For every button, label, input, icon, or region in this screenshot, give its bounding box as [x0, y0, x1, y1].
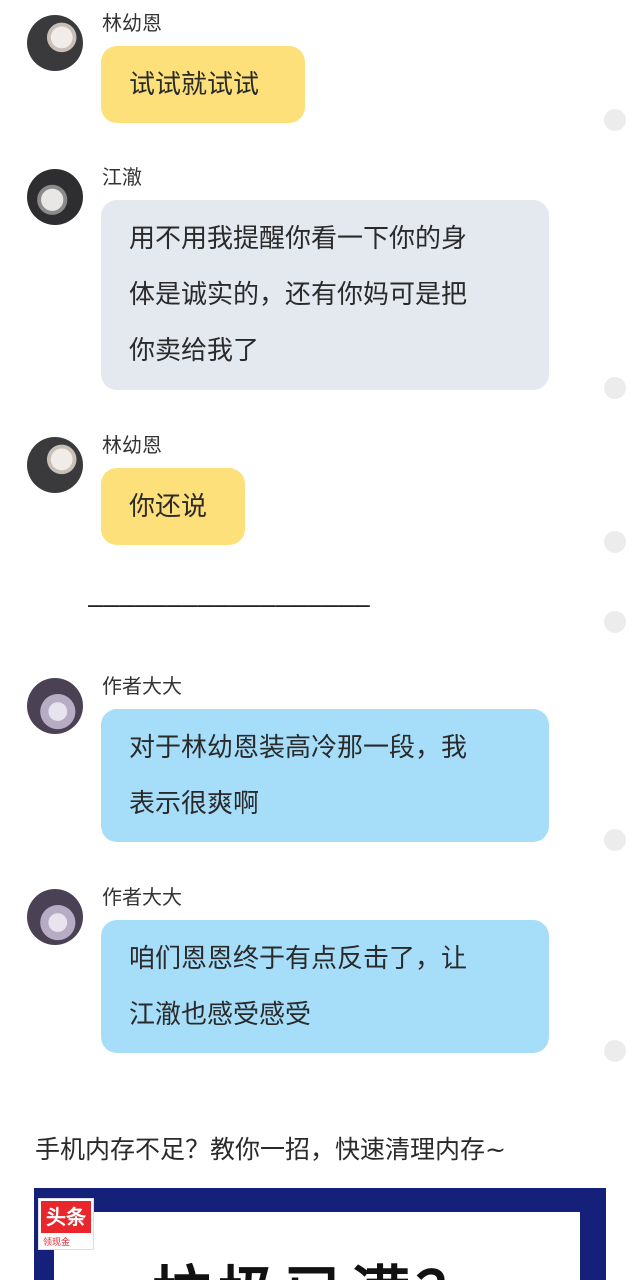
status-dot: [604, 829, 626, 851]
message-line: 对于林幼恩装高冷那一段，我: [129, 733, 468, 763]
message-bubble[interactable]: 对于林幼恩装高冷那一段，我 表示很爽啊: [101, 709, 549, 842]
status-dot: [604, 377, 626, 399]
divider-line: ——————————————————: [88, 590, 370, 620]
message-line: 你卖给我了: [129, 336, 260, 366]
avatar[interactable]: [27, 15, 83, 71]
ad-headline: 垃圾已满？: [152, 1246, 482, 1280]
ad-logo: 头条 领现金: [38, 1198, 94, 1250]
ad-title[interactable]: 手机内存不足？教你一招，快速清理内存~: [35, 1130, 506, 1166]
avatar[interactable]: [27, 169, 83, 225]
message-line: 表示很爽啊: [129, 789, 260, 819]
message-bubble[interactable]: 咱们恩恩终于有点反击了，让 江澈也感受感受: [101, 920, 549, 1053]
sender-name: 作者大大: [102, 674, 182, 698]
message-line: 江澈也感受感受: [129, 1000, 312, 1030]
status-dot: [604, 611, 626, 633]
message-line: 试试就试试: [129, 70, 260, 100]
message-line: 你还说: [129, 492, 208, 522]
message-line: 咱们恩恩终于有点反击了，让: [129, 944, 468, 974]
status-dot: [604, 1040, 626, 1062]
avatar[interactable]: [27, 889, 83, 945]
status-dot: [604, 531, 626, 553]
message-bubble[interactable]: 试试就试试: [101, 46, 305, 123]
sender-name: 作者大大: [102, 885, 182, 909]
message-bubble[interactable]: 用不用我提醒你看一下你的身 体是诚实的，还有你妈可是把 你卖给我了: [101, 200, 549, 390]
sender-name: 江澈: [102, 165, 142, 189]
sender-name: 林幼恩: [102, 11, 162, 35]
message-line: 体是诚实的，还有你妈可是把: [129, 280, 468, 310]
status-dot: [604, 109, 626, 131]
ad-logo-subtext: 领现金: [43, 1238, 71, 1248]
avatar[interactable]: [27, 437, 83, 493]
message-line: 用不用我提醒你看一下你的身: [129, 224, 468, 254]
sender-name: 林幼恩: [102, 433, 162, 457]
message-bubble[interactable]: 你还说: [101, 468, 245, 545]
ad-logo-text: 头条: [41, 1201, 91, 1233]
avatar[interactable]: [27, 678, 83, 734]
